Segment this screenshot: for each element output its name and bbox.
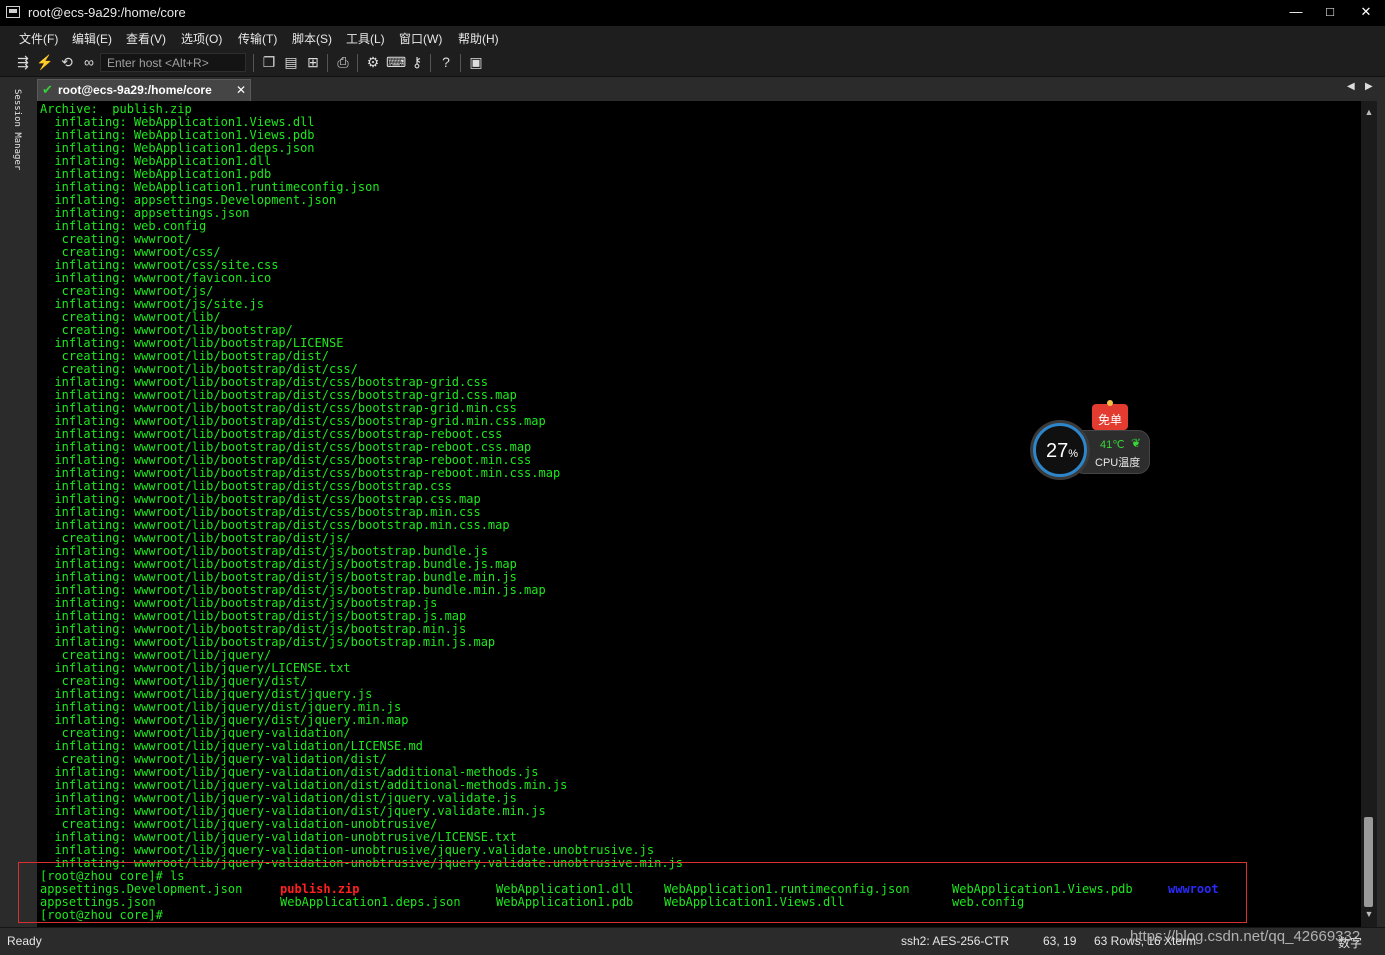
status-cursor-position: 63, 19	[1043, 934, 1077, 948]
toolbar-separator	[253, 54, 254, 72]
leaf-icon: ❦	[1131, 436, 1142, 450]
ls-file: WebApplication1.deps.json	[280, 895, 461, 909]
menu-view[interactable]: 查看(V)	[126, 30, 166, 47]
vertical-scrollbar[interactable]: ▲ ▼	[1361, 101, 1377, 927]
tab-close-icon[interactable]: ✕	[236, 83, 246, 97]
status-ready: Ready	[7, 934, 42, 948]
maximize-button[interactable]: □	[1313, 2, 1347, 22]
toolbar-separator	[357, 54, 358, 72]
menu-transfer[interactable]: 传输(T)	[238, 30, 277, 47]
tab-strip: ✔ root@ecs-9a29:/home/core ✕ ◀ ▶	[35, 77, 1385, 101]
toolbar-separator	[460, 54, 461, 72]
scroll-up-icon[interactable]: ▲	[1364, 107, 1374, 117]
ls-output: [root@zhou core]# ls appsettings.Develop…	[40, 870, 1260, 922]
cpu-usage-value: 27%	[1046, 440, 1078, 463]
cpu-monitor-widget[interactable]: 免单 27% 41℃ ❦ CPU温度	[1032, 400, 1152, 482]
help-icon[interactable]: ?	[437, 53, 455, 71]
cpu-usage-number: 27	[1046, 440, 1069, 462]
menu-file[interactable]: 文件(F)	[19, 30, 58, 47]
menu-window[interactable]: 窗口(W)	[399, 30, 442, 47]
watermark: https://blog.csdn.net/qq_42669332	[1130, 928, 1361, 945]
print-icon[interactable]: ⎙	[334, 53, 352, 71]
toolbar-separator	[327, 54, 328, 72]
keymap-icon[interactable]: ⌨	[386, 53, 406, 71]
menu-bar: 文件(F) 编辑(E) 查看(V) 选项(O) 传输(T) 脚本(S) 工具(L…	[0, 26, 1385, 50]
connect-icon[interactable]: ⇶	[14, 53, 32, 71]
menu-tools[interactable]: 工具(L)	[346, 30, 385, 47]
session-manager-panel[interactable]: Session Manager	[0, 77, 35, 927]
ls-dir: wwwroot	[1168, 882, 1219, 896]
quick-connect-icon[interactable]: ⚡	[36, 53, 54, 71]
paste-icon[interactable]: ▤	[282, 53, 300, 71]
menu-edit[interactable]: 编辑(E)	[72, 30, 112, 47]
cpu-temperature: 41℃	[1100, 439, 1125, 451]
status-cipher: ssh2: AES-256-CTR	[901, 934, 1010, 948]
gift-badge[interactable]: 免单	[1092, 400, 1128, 430]
terminal[interactable]: Archive: publish.zip inflating: WebAppli…	[37, 101, 1361, 927]
cpu-temp-label: CPU温度	[1095, 457, 1141, 469]
close-button[interactable]: ✕	[1349, 2, 1383, 22]
tab-session[interactable]: ✔ root@ecs-9a29:/home/core ✕	[37, 79, 251, 101]
toolbar-separator	[430, 54, 431, 72]
copy-icon[interactable]: ❐	[260, 53, 278, 71]
find-icon[interactable]: ⊞	[304, 53, 322, 71]
link-icon[interactable]: ∞	[80, 53, 98, 71]
minimize-button[interactable]: —	[1279, 2, 1313, 22]
status-bar: Ready ssh2: AES-256-CTR 63, 19 63 Rows, …	[0, 927, 1385, 955]
percent-sign: %	[1068, 448, 1079, 460]
scroll-thumb[interactable]	[1364, 817, 1373, 907]
reconnect-icon[interactable]: ⟲	[58, 53, 76, 71]
ls-file: WebApplication1.Views.dll	[664, 895, 845, 909]
host-input[interactable]	[100, 53, 246, 72]
menu-help[interactable]: 帮助(H)	[458, 30, 499, 47]
menu-options[interactable]: 选项(O)	[181, 30, 222, 47]
scroll-down-icon[interactable]: ▼	[1364, 909, 1374, 919]
prompt-end: [root@zhou core]#	[40, 908, 163, 922]
ls-file: WebApplication1.pdb	[496, 895, 634, 909]
connected-check-icon: ✔	[42, 82, 53, 97]
tab-scroll-left-icon[interactable]: ◀	[1347, 81, 1355, 92]
session-manager-label[interactable]: Session Manager	[12, 89, 22, 170]
tab-scroll-right-icon[interactable]: ▶	[1365, 81, 1373, 92]
terminal-output: Archive: publish.zip inflating: WebAppli…	[40, 103, 683, 870]
window-title: root@ecs-9a29:/home/core	[28, 5, 186, 20]
title-bar: root@ecs-9a29:/home/core — □ ✕	[0, 0, 1385, 26]
settings-icon[interactable]: ⚙	[364, 53, 382, 71]
tab-label: root@ecs-9a29:/home/core	[58, 83, 212, 97]
key-icon[interactable]: ⚷	[408, 53, 426, 71]
ls-file: web.config	[952, 895, 1025, 909]
sftp-icon[interactable]: ▣	[467, 53, 485, 71]
menu-script[interactable]: 脚本(S)	[292, 30, 332, 47]
app-icon	[6, 6, 20, 18]
